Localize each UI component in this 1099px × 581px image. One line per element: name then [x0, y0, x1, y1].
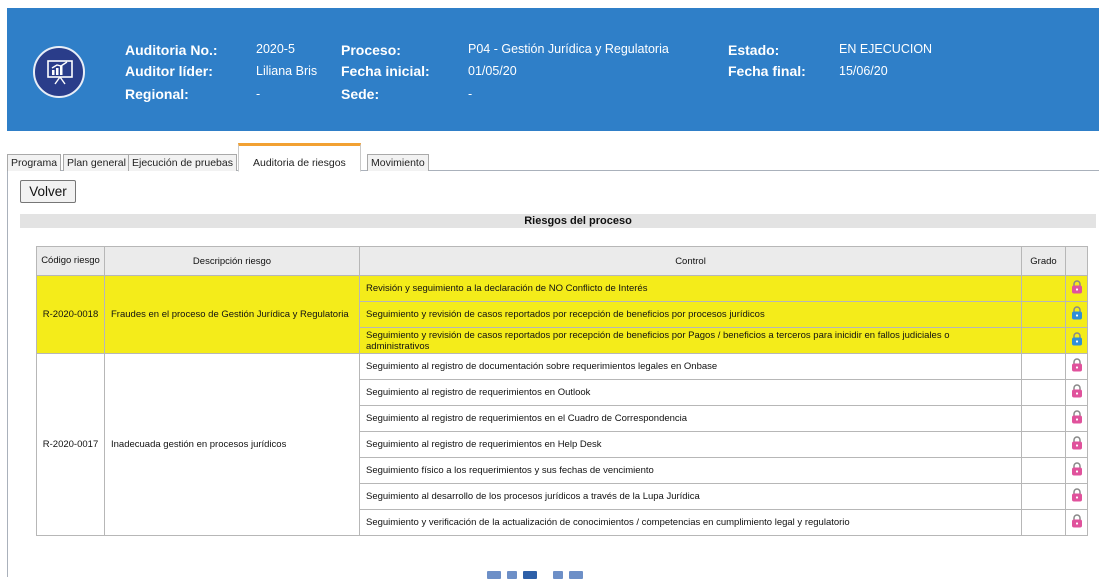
control-grade: [1021, 431, 1066, 458]
proceso-value: P04 - Gestión Jurídica y Regulatoria: [468, 42, 669, 56]
table-row: R-2020-0018 Fraudes en el proceso de Gest…: [36, 275, 1088, 354]
current-page-icon[interactable]: [523, 571, 537, 579]
regional-label: Regional:: [125, 86, 189, 102]
section-title: Riesgos del proceso: [524, 215, 632, 227]
control-text: Seguimiento y revisión de casos reportad…: [359, 301, 1022, 328]
control-text: Seguimiento al registro de requerimiento…: [359, 431, 1022, 458]
auditoria-value: 2020-5: [256, 42, 295, 56]
tab-ejecucion-de-pruebas[interactable]: Ejecución de pruebas: [128, 154, 237, 171]
pink-lock-icon[interactable]: [1071, 462, 1083, 476]
risks-table-body: R-2020-0018 Fraudes en el proceso de Gest…: [36, 275, 1088, 536]
risk-description: Fraudes en el proceso de Gestión Jurídic…: [104, 275, 360, 354]
back-button[interactable]: Volver: [20, 180, 76, 203]
pink-lock-icon[interactable]: [1071, 488, 1083, 502]
section-header: Riesgos del proceso: [20, 214, 1096, 228]
proceso-label: Proceso:: [341, 42, 401, 58]
control-action-cell: [1065, 275, 1088, 302]
last-page-icon[interactable]: [569, 571, 583, 579]
auditor-label: Auditor líder:: [125, 63, 213, 79]
content-border: [7, 171, 8, 577]
fecha-inicial-label: Fecha inicial:: [341, 63, 430, 79]
prev-page-icon[interactable]: [507, 571, 517, 579]
control-text: Seguimiento al desarrollo de los proceso…: [359, 483, 1022, 510]
fecha-final-value: 15/06/20: [839, 64, 888, 78]
risk-code: R-2020-0017: [36, 353, 105, 536]
control-grade: [1021, 301, 1066, 328]
regional-value: -: [256, 87, 261, 101]
control-grade: [1021, 509, 1066, 536]
table-header-row: Código riesgo Descripción riesgo Control…: [36, 246, 1088, 276]
control-grade: [1021, 405, 1066, 432]
control-grade: [1021, 483, 1066, 510]
tab-programa[interactable]: Programa: [7, 154, 62, 171]
header-actions: [1065, 246, 1088, 276]
header-codigo: Código riesgo: [36, 246, 105, 276]
risk-code: R-2020-0018: [36, 275, 105, 354]
blue-lock-icon[interactable]: [1071, 306, 1083, 320]
control-text: Revisión y seguimiento a la declaración …: [359, 275, 1022, 302]
estado-value: EN EJECUCION: [839, 42, 933, 56]
control-action-cell: [1065, 301, 1088, 328]
auditoria-label: Auditoria No.:: [125, 42, 218, 58]
pink-lock-icon[interactable]: [1071, 436, 1083, 450]
control-text: Seguimiento y verificación de la actuali…: [359, 509, 1022, 536]
control-grade: [1021, 275, 1066, 302]
control-action-cell: [1065, 327, 1088, 354]
next-page-icon[interactable]: [553, 571, 563, 579]
estado-label: Estado:: [728, 42, 780, 58]
risk-description: Inadecuada gestión en procesos jurídicos: [104, 353, 360, 536]
header-grado: Grado: [1021, 246, 1066, 276]
control-grade: [1021, 457, 1066, 484]
pink-lock-icon[interactable]: [1071, 384, 1083, 398]
control-text: Seguimiento al registro de documentación…: [359, 353, 1022, 380]
fecha-final-label: Fecha final:: [728, 63, 806, 79]
control-action-cell: [1065, 431, 1088, 458]
tab-bar: Programa Plan general Ejecución de prueb…: [7, 143, 1099, 172]
control-text: Seguimiento físico a los requerimientos …: [359, 457, 1022, 484]
pagination: [487, 571, 627, 581]
tab-plan-general[interactable]: Plan general: [63, 154, 130, 171]
fecha-inicial-value: 01/05/20: [468, 64, 517, 78]
control-text: Seguimiento al registro de requerimiento…: [359, 405, 1022, 432]
sede-label: Sede:: [341, 86, 380, 102]
audit-header: Auditoria No.: 2020-5 Auditor líder: Lil…: [7, 8, 1099, 131]
blue-lock-icon[interactable]: [1071, 332, 1083, 346]
pink-lock-icon[interactable]: [1071, 280, 1083, 294]
chart-presentation-icon: [33, 46, 85, 98]
control-action-cell: [1065, 509, 1088, 536]
header-control: Control: [359, 246, 1022, 276]
sede-value: -: [468, 87, 473, 101]
control-action-cell: [1065, 405, 1088, 432]
pink-lock-icon[interactable]: [1071, 514, 1083, 528]
pink-lock-icon[interactable]: [1071, 410, 1083, 424]
control-text: Seguimiento al registro de requerimiento…: [359, 379, 1022, 406]
control-action-cell: [1065, 483, 1088, 510]
control-action-cell: [1065, 379, 1088, 406]
control-grade: [1021, 353, 1066, 380]
control-text: Seguimiento y revisión de casos reportad…: [359, 327, 1022, 354]
risks-table: Código riesgo Descripción riesgo Control…: [36, 246, 1088, 536]
first-page-icon[interactable]: [487, 571, 501, 579]
control-grade: [1021, 327, 1066, 354]
control-action-cell: [1065, 457, 1088, 484]
control-grade: [1021, 379, 1066, 406]
tab-auditoria-de-riesgos[interactable]: Auditoria de riesgos: [238, 143, 361, 172]
table-row: R-2020-0017 Inadecuada gestión en proceso…: [36, 353, 1088, 536]
auditor-value: Liliana Bris: [256, 64, 318, 78]
control-action-cell: [1065, 353, 1088, 380]
tab-movimiento[interactable]: Movimiento: [367, 154, 429, 171]
header-descripcion: Descripción riesgo: [104, 246, 360, 276]
pink-lock-icon[interactable]: [1071, 358, 1083, 372]
